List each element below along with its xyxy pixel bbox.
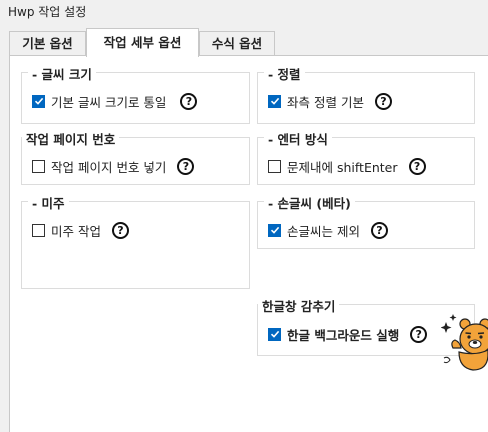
checkbox-footnote[interactable]: [32, 223, 45, 237]
checkbox-shift-enter[interactable]: [268, 159, 281, 173]
group-page-number: 작업 페이지 번호 작업 페이지 번호 넣기 ?: [21, 129, 250, 185]
group-align: - 정렬 좌측 정렬 기본 ?: [257, 64, 475, 124]
option-label-hangul-background: 한글 백그라운드 실행: [287, 327, 400, 343]
checkbox-hangul-background[interactable]: [268, 327, 281, 341]
option-footnote[interactable]: 미주 작업 ?: [32, 221, 129, 239]
group-title-page-number: 작업 페이지 번호: [22, 129, 120, 148]
option-exclude-handwriting[interactable]: 손글씨는 제외 ?: [268, 221, 388, 239]
option-hangul-background[interactable]: 한글 백그라운드 실행 ?: [268, 325, 428, 343]
option-shift-enter[interactable]: 문제내에 shiftEnter ?: [268, 157, 426, 175]
tab-formula-options[interactable]: 수식 옵션: [199, 31, 275, 56]
group-title-hide-hangul: 한글창 감추기: [258, 296, 340, 315]
group-font-size: - 글씨 크기 기본 글씨 크기로 통일 ?: [21, 64, 250, 124]
option-label-page-number: 작업 페이지 번호 넣기: [51, 159, 167, 175]
help-icon[interactable]: ?: [177, 157, 195, 175]
help-icon[interactable]: ?: [408, 157, 426, 175]
help-icon[interactable]: ?: [410, 325, 428, 343]
group-footnote: - 미주 미주 작업 ?: [21, 193, 250, 289]
checkbox-page-number[interactable]: [32, 159, 45, 173]
option-label-unify-font-size: 기본 글씨 크기로 통일: [51, 94, 167, 110]
window-title: Hwp 작업 설정: [8, 5, 87, 19]
option-left-align[interactable]: 좌측 정렬 기본 ?: [268, 92, 392, 110]
checkbox-unify-font-size[interactable]: [32, 94, 45, 108]
checkmark-icon: [34, 97, 43, 105]
checkmark-icon: [270, 97, 279, 105]
help-icon[interactable]: ?: [370, 221, 388, 239]
checkmark-icon: [270, 330, 279, 338]
option-label-shift-enter: 문제내에 shiftEnter: [287, 159, 398, 175]
option-label-footnote: 미주 작업: [51, 223, 101, 239]
checkmark-icon: [270, 226, 279, 234]
tab-detail-options[interactable]: 작업 세부 옵션: [86, 28, 199, 57]
group-title-enter-mode: - 엔터 방식: [264, 129, 332, 148]
help-icon[interactable]: ?: [111, 221, 129, 239]
option-page-number[interactable]: 작업 페이지 번호 넣기 ?: [32, 157, 195, 175]
group-title-handwriting: - 손글씨 (베타): [264, 193, 355, 212]
group-enter-mode: - 엔터 방식 문제내에 shiftEnter ?: [257, 129, 475, 185]
tab-basic-options[interactable]: 기본 옵션: [9, 31, 86, 56]
mascot-icon: [441, 314, 488, 371]
checkbox-exclude-handwriting[interactable]: [268, 223, 281, 237]
group-title-footnote: - 미주: [28, 193, 69, 212]
help-icon[interactable]: ?: [180, 92, 198, 110]
option-label-exclude-handwriting: 손글씨는 제외: [287, 223, 360, 239]
checkbox-left-align[interactable]: [268, 94, 281, 108]
group-title-align: - 정렬: [264, 64, 305, 83]
option-unify-font-size[interactable]: 기본 글씨 크기로 통일 ?: [32, 92, 198, 110]
group-handwriting: - 손글씨 (베타) 손글씨는 제외 ?: [257, 193, 475, 249]
help-icon[interactable]: ?: [374, 92, 392, 110]
option-label-left-align: 좌측 정렬 기본: [287, 94, 364, 110]
group-title-font-size: - 글씨 크기: [28, 64, 96, 83]
options-panel: - 글씨 크기 기본 글씨 크기로 통일 ? - 정렬 좌측 정렬 기본 ? 작…: [9, 55, 488, 432]
